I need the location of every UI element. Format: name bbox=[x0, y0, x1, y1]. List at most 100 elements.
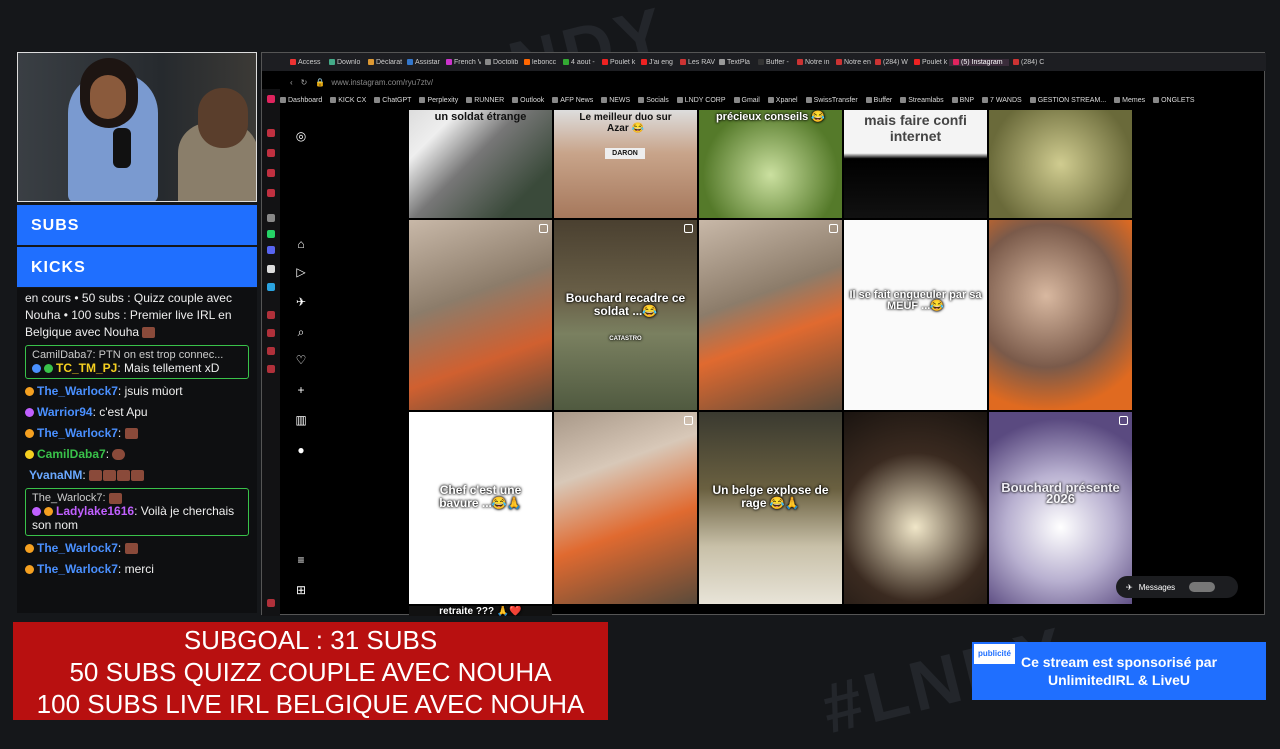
bookmark-item[interactable]: ChatGPT bbox=[374, 97, 411, 104]
sidebar-app-icon[interactable] bbox=[267, 129, 275, 137]
search-icon[interactable]: ⌕ bbox=[294, 325, 308, 339]
bookmark-item[interactable]: KICK CX bbox=[330, 97, 366, 104]
browser-tab[interactable]: Assistar bbox=[403, 59, 442, 66]
whatsapp-icon[interactable] bbox=[267, 230, 275, 238]
reel-thumbnail[interactable]: Chef c'est une bavure ...😂🙏 bbox=[409, 412, 552, 604]
browser-tab[interactable]: Access bbox=[286, 59, 325, 66]
browser-tab[interactable]: (284) C bbox=[1009, 59, 1048, 66]
bookmark-item[interactable]: Memes bbox=[1114, 97, 1145, 104]
reel-thumbnail[interactable]: précieux conseils 😂 bbox=[699, 110, 842, 218]
bookmark-item[interactable]: AFP News bbox=[552, 97, 593, 104]
reel-thumbnail[interactable]: Bouchard présente 2026 bbox=[989, 412, 1132, 604]
bookmark-item[interactable]: Buffer bbox=[865, 97, 892, 104]
browser-tab[interactable]: (5) Instagram bbox=[949, 58, 1009, 66]
bookmark-item[interactable]: LNDY CORP bbox=[676, 97, 726, 104]
browser-tab[interactable]: Doctolib bbox=[481, 59, 520, 66]
bookmark-item[interactable]: Outlook bbox=[512, 97, 544, 104]
reel-thumbnail[interactable]: Le meilleur duo sur Azar 😂 DARON bbox=[554, 110, 697, 218]
bookmark-item[interactable]: SwissTransfer bbox=[805, 97, 858, 104]
sidebar-app-icon[interactable] bbox=[267, 189, 275, 197]
reels-icon[interactable]: ▷ bbox=[294, 265, 308, 279]
bookmark-item[interactable]: Gmail bbox=[733, 97, 760, 104]
sidebar-app-icon[interactable] bbox=[267, 347, 275, 355]
kicks-panel: KICKS bbox=[17, 247, 257, 287]
bookmark-item[interactable]: Socials bbox=[638, 97, 669, 104]
browser-tab[interactable]: Notre en bbox=[832, 59, 871, 66]
browser-tab[interactable]: French V bbox=[442, 59, 481, 66]
reload-icon[interactable]: ↻ bbox=[301, 78, 308, 87]
opera-sidebar bbox=[262, 89, 280, 616]
create-icon[interactable]: + bbox=[294, 383, 308, 397]
sidebar-app-icon[interactable] bbox=[267, 599, 275, 607]
back-icon[interactable]: ‹ bbox=[290, 78, 293, 87]
subgoal-banner: SUBGOAL : 31 SUBS 50 SUBS QUIZZ COUPLE A… bbox=[13, 622, 608, 720]
home-icon[interactable]: ⌂ bbox=[294, 237, 308, 251]
sponsor-banner: publicité Ce stream est sponsorisé par U… bbox=[972, 642, 1266, 700]
browser-tab[interactable]: Downlo bbox=[325, 59, 364, 66]
browser-tab[interactable]: 4 aout - bbox=[559, 59, 598, 66]
browser-tab[interactable]: Buffer - bbox=[754, 59, 793, 66]
reel-thumbnail[interactable] bbox=[554, 412, 697, 604]
messages-icon[interactable]: ✈ bbox=[294, 295, 308, 309]
sidebar-app-icon[interactable] bbox=[267, 365, 275, 373]
sidebar-app-icon[interactable] bbox=[267, 329, 275, 337]
reel-thumbnail[interactable]: Bouchard recadre ce soldat ...😂 CATASTRO bbox=[554, 220, 697, 410]
bookmark-item[interactable]: ONGLETS bbox=[1153, 97, 1195, 104]
chat-message: YvanaNM: bbox=[17, 465, 257, 486]
telegram-icon[interactable] bbox=[267, 283, 275, 291]
reel-thumbnail[interactable]: Un belge explose de rage 😂🙏 bbox=[699, 412, 842, 604]
reel-thumbnail[interactable]: un soldat étrange bbox=[409, 110, 552, 218]
reel-thumbnail[interactable]: mais faire confi internet bbox=[844, 110, 987, 218]
notifications-icon[interactable]: ♡ bbox=[294, 353, 308, 367]
bookmark-item[interactable]: Dashboard bbox=[280, 97, 322, 104]
browser-window: Access Downlo Déclarat Assistar French V Doct… bbox=[261, 52, 1266, 616]
browser-tab[interactable]: J'ai eng bbox=[637, 59, 676, 66]
reel-thumbnail[interactable] bbox=[989, 220, 1132, 410]
reel-thumbnail[interactable]: retraite ??? 🙏❤️ bbox=[409, 606, 552, 616]
opera-icon[interactable] bbox=[267, 95, 275, 103]
messages-button[interactable]: ✈ Messages bbox=[1116, 576, 1238, 598]
bookmark-item[interactable]: Xpanel bbox=[767, 97, 798, 104]
x-icon[interactable] bbox=[267, 265, 275, 273]
bookmark-item[interactable]: RUNNER bbox=[466, 97, 504, 104]
url-text[interactable]: www.instagram.com/ryu7ztv/ bbox=[331, 78, 433, 87]
bookmark-item[interactable]: BNP bbox=[951, 97, 974, 104]
reel-thumbnail[interactable] bbox=[844, 412, 987, 604]
sidebar-app-icon[interactable] bbox=[267, 169, 275, 177]
address-bar[interactable]: ‹ ↻ 🔒 www.instagram.com/ryu7ztv/ bbox=[280, 73, 1266, 91]
bookmark-item[interactable]: 7 WANDS bbox=[982, 97, 1022, 104]
menu-icon[interactable]: ≡ bbox=[294, 553, 308, 567]
browser-tab[interactable]: Déclarat bbox=[364, 59, 403, 66]
bookmark-item[interactable]: NEWS bbox=[601, 97, 630, 104]
bookmark-item[interactable]: Streamlabs bbox=[900, 97, 944, 104]
subs-panel: SUBS bbox=[17, 205, 257, 245]
browser-tab[interactable]: Poulet k bbox=[910, 59, 949, 66]
reel-thumbnail[interactable]: Il se fait engueuler par sa MEUF ...😂 bbox=[844, 220, 987, 410]
reel-thumbnail[interactable] bbox=[699, 220, 842, 410]
instagram-nav: ◎ ⌂ ▷ ✈ ⌕ ♡ + ▥ ● ≡ ⊞ bbox=[280, 109, 330, 616]
dashboard-icon[interactable]: ▥ bbox=[294, 413, 308, 427]
sidebar-app-icon[interactable] bbox=[267, 214, 275, 222]
subgoal-line: SUBGOAL : 31 SUBS bbox=[183, 625, 438, 655]
browser-tab[interactable]: Notre in bbox=[793, 59, 832, 66]
ad-text: Ce stream est sponsorisé par UnlimitedIR… bbox=[1020, 654, 1218, 688]
bookmark-item[interactable]: Perplexity bbox=[419, 97, 458, 104]
browser-tab[interactable]: TextPla bbox=[715, 59, 754, 66]
reel-thumbnail[interactable] bbox=[989, 110, 1132, 218]
reel-thumbnail[interactable] bbox=[409, 220, 552, 410]
browser-tab[interactable]: Poulet k bbox=[598, 59, 637, 66]
sidebar-app-icon[interactable] bbox=[267, 311, 275, 319]
sidebar-app-icon[interactable] bbox=[267, 149, 275, 157]
subgoal-line: 100 SUBS LIVE IRL BELGIQUE AVEC NOUHA bbox=[36, 689, 585, 719]
discord-icon[interactable] bbox=[267, 246, 275, 254]
browser-tab[interactable]: (284) W bbox=[871, 59, 910, 66]
reply-ref: CamilDaba7: PTN on est trop connec... bbox=[32, 349, 224, 361]
bookmarks-bar: Dashboard KICK CX ChatGPT Perplexity RUNNER O… bbox=[280, 91, 1266, 109]
chat-panel: en cours • 50 subs : Quizz couple avec N… bbox=[17, 288, 257, 613]
bookmark-item[interactable]: GESTION STREAM... bbox=[1029, 97, 1106, 104]
browser-tab[interactable]: Les RAV bbox=[676, 59, 715, 66]
profile-avatar[interactable]: ● bbox=[294, 443, 308, 457]
more-apps-icon[interactable]: ⊞ bbox=[294, 583, 308, 597]
browser-tab[interactable]: leboncc bbox=[520, 59, 559, 66]
instagram-logo-icon[interactable]: ◎ bbox=[294, 129, 308, 143]
